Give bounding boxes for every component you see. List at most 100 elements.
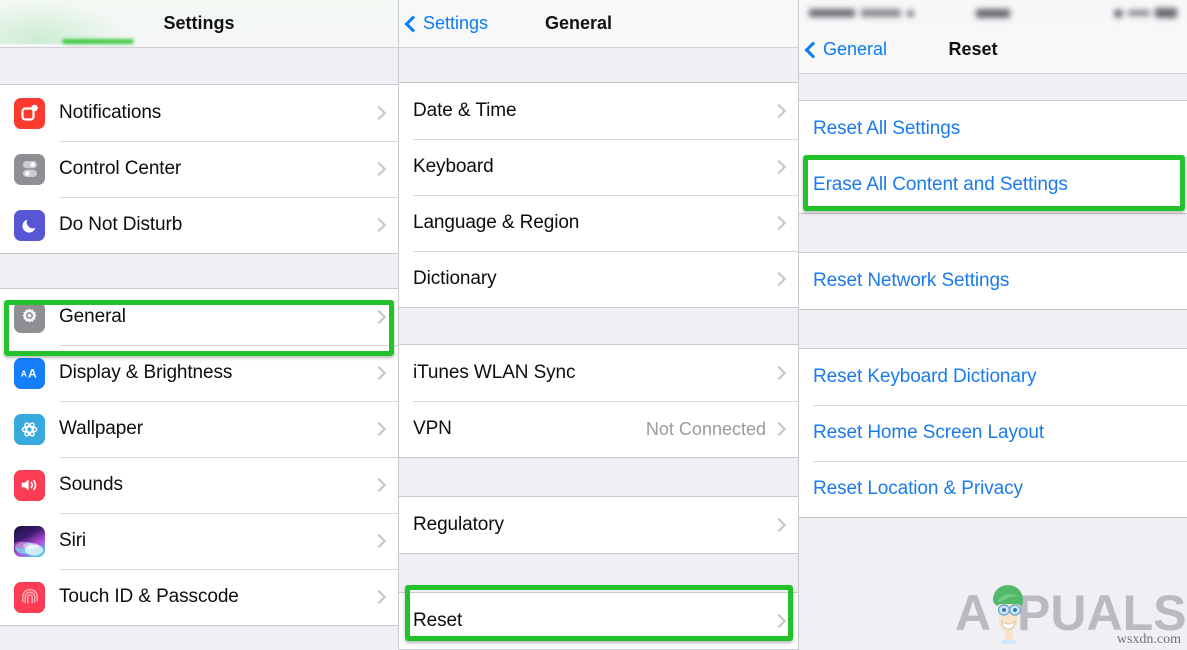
- svg-text:A: A: [955, 585, 991, 641]
- reset-group-2: Reset Network Settings: [799, 252, 1187, 310]
- sidebar-item-label: Control Center: [59, 158, 182, 179]
- settings-group-1: Notifications Control Center Do Not Dist…: [0, 84, 398, 254]
- list-group-gap: [399, 458, 798, 496]
- page-title: Settings: [163, 13, 235, 33]
- list-item-label: Regulatory: [413, 514, 504, 535]
- list-item-reset-location-privacy[interactable]: Reset Location & Privacy: [799, 461, 1187, 517]
- list-item-reset-all-settings[interactable]: Reset All Settings: [799, 101, 1187, 157]
- list-item-reset-network-settings[interactable]: Reset Network Settings: [799, 253, 1187, 309]
- chevron-right-icon: [771, 103, 787, 119]
- list-item-label: Keyboard: [413, 156, 494, 177]
- list-item-label: Date & Time: [413, 100, 517, 121]
- list-top-gap: [399, 48, 798, 82]
- list-item-dictionary[interactable]: Dictionary: [399, 251, 798, 307]
- settings-list[interactable]: Notifications Control Center Do Not Dist…: [0, 48, 398, 650]
- chevron-right-icon: [771, 365, 787, 381]
- residual-green-strip: [62, 39, 134, 44]
- sidebar-item-label: Wallpaper: [59, 418, 143, 439]
- sidebar-item-label: Touch ID & Passcode: [59, 586, 239, 607]
- chevron-right-icon: [371, 421, 387, 437]
- list-item-reset-keyboard-dictionary[interactable]: Reset Keyboard Dictionary: [799, 349, 1187, 405]
- list-item-label: Reset Network Settings: [813, 270, 1010, 291]
- do-not-disturb-icon: [14, 209, 45, 241]
- reset-group-1: Reset All Settings Erase All Content and…: [799, 100, 1187, 214]
- chevron-right-icon: [771, 517, 787, 533]
- sidebar-item-general[interactable]: General: [0, 289, 398, 345]
- reset-list[interactable]: Reset All Settings Erase All Content and…: [799, 74, 1187, 650]
- back-button-label: General: [823, 39, 888, 59]
- sidebar-item-display-brightness[interactable]: A A Display & Brightness: [0, 345, 398, 401]
- list-item-reset[interactable]: Reset: [399, 593, 798, 649]
- reset-group-3: Reset Keyboard Dictionary Reset Home Scr…: [799, 348, 1187, 518]
- chevron-right-icon: [371, 105, 387, 121]
- sidebar-item-wallpaper[interactable]: Wallpaper: [0, 401, 398, 457]
- list-group-gap: [0, 254, 398, 288]
- reset-screen-panel: General Reset Reset All Settings Erase A…: [798, 0, 1187, 650]
- chevron-right-icon: [371, 309, 387, 325]
- touch-id-icon: [14, 581, 45, 613]
- list-item-date-time[interactable]: Date & Time: [399, 83, 798, 139]
- chevron-right-icon: [371, 477, 387, 493]
- general-group-2: iTunes WLAN Sync VPN Not Connected: [399, 344, 798, 458]
- list-item-label: Reset Location & Privacy: [813, 478, 1023, 499]
- display-brightness-icon: A A: [14, 357, 45, 389]
- general-gear-icon: [14, 301, 45, 333]
- list-top-gap: [0, 48, 398, 84]
- list-item-label: Language & Region: [413, 212, 580, 233]
- chevron-right-icon: [771, 421, 787, 437]
- list-group-gap: [399, 308, 798, 344]
- chevron-right-icon: [771, 159, 787, 175]
- general-group-1: Date & Time Keyboard Language & Region D…: [399, 82, 798, 308]
- chevron-right-icon: [371, 533, 387, 549]
- watermark-url: wsxdn.com: [1116, 632, 1181, 647]
- status-bar: [799, 0, 1187, 26]
- settings-screen-panel: Settings Notifications Control Center Do…: [0, 0, 398, 650]
- list-group-gap: [799, 214, 1187, 252]
- sidebar-item-label: Sounds: [59, 474, 123, 495]
- chevron-right-icon: [371, 161, 387, 177]
- notifications-icon: [14, 97, 45, 129]
- reset-navbar: General Reset: [799, 26, 1187, 74]
- sidebar-item-do-not-disturb[interactable]: Do Not Disturb: [0, 197, 398, 253]
- sidebar-item-touch-id-passcode[interactable]: Touch ID & Passcode: [0, 569, 398, 625]
- list-item-label: Reset Home Screen Layout: [813, 422, 1044, 443]
- list-item-vpn[interactable]: VPN Not Connected: [399, 401, 798, 457]
- sidebar-item-siri[interactable]: Siri: [0, 513, 398, 569]
- chevron-right-icon: [771, 271, 787, 287]
- sidebar-item-label: Display & Brightness: [59, 362, 233, 383]
- sidebar-item-label: General: [59, 306, 126, 327]
- back-button-general[interactable]: General: [799, 39, 887, 60]
- list-item-label: VPN: [413, 418, 452, 439]
- chevron-right-icon: [771, 613, 787, 629]
- sidebar-item-label: Notifications: [59, 102, 162, 123]
- chevron-right-icon: [371, 589, 387, 605]
- svg-text:A: A: [20, 370, 26, 379]
- general-list[interactable]: Date & Time Keyboard Language & Region D…: [399, 48, 798, 650]
- general-navbar: Settings General: [399, 0, 798, 48]
- list-item-label: Erase All Content and Settings: [813, 174, 1068, 195]
- list-group-gap: [399, 554, 798, 592]
- list-item-keyboard[interactable]: Keyboard: [399, 139, 798, 195]
- list-top-gap: [799, 74, 1187, 100]
- list-item-reset-home-screen-layout[interactable]: Reset Home Screen Layout: [799, 405, 1187, 461]
- chevron-right-icon: [771, 215, 787, 231]
- list-item-erase-all-content-and-settings[interactable]: Erase All Content and Settings: [799, 157, 1187, 213]
- three-panel-screenshot: Settings Notifications Control Center Do…: [0, 0, 1187, 650]
- sidebar-item-label: Do Not Disturb: [59, 214, 183, 235]
- chevron-left-icon: [404, 15, 422, 32]
- general-group-3: Regulatory: [399, 496, 798, 554]
- sidebar-item-control-center[interactable]: Control Center: [0, 141, 398, 197]
- vpn-status-value: Not Connected: [645, 418, 766, 439]
- general-group-4: Reset: [399, 592, 798, 650]
- sidebar-item-sounds[interactable]: Sounds: [0, 457, 398, 513]
- list-item-label: Reset All Settings: [813, 118, 961, 139]
- settings-group-2: General A A Display & Brightness Wallpap…: [0, 288, 398, 626]
- settings-navbar: Settings: [0, 0, 398, 48]
- list-item-itunes-wlan-sync[interactable]: iTunes WLAN Sync: [399, 345, 798, 401]
- list-item-label: iTunes WLAN Sync: [413, 362, 576, 383]
- back-button-settings[interactable]: Settings: [399, 13, 488, 34]
- list-item-regulatory[interactable]: Regulatory: [399, 497, 798, 553]
- sidebar-item-label: Siri: [59, 530, 87, 551]
- list-item-language-region[interactable]: Language & Region: [399, 195, 798, 251]
- sidebar-item-notifications[interactable]: Notifications: [0, 85, 398, 141]
